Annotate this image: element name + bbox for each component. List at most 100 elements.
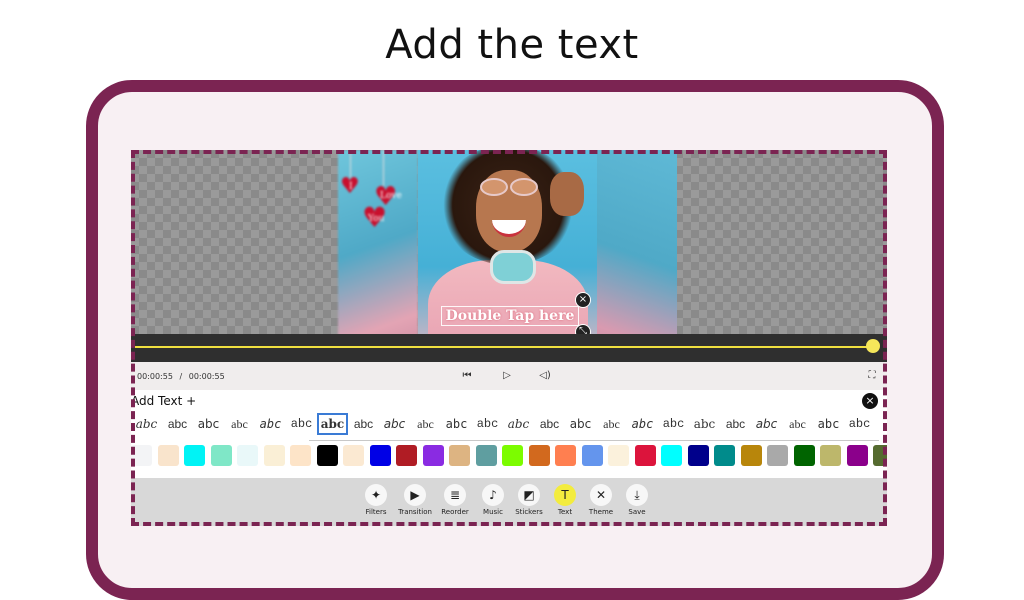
font-option[interactable]: abc (348, 417, 379, 431)
close-icon[interactable]: × (575, 292, 591, 308)
close-icon[interactable]: × (862, 393, 878, 409)
tool-reorder[interactable]: ≣ Reorder (437, 484, 473, 516)
color-swatch[interactable] (237, 444, 258, 466)
tool-save[interactable]: ⤓ Save (619, 484, 655, 516)
tool-transition[interactable]: ▶ Transition (397, 484, 433, 516)
font-option[interactable]: abc (193, 417, 224, 431)
timeline-progress (135, 346, 875, 348)
font-option[interactable]: abc (379, 417, 410, 431)
font-option[interactable]: abc (472, 417, 503, 431)
video-preview: ♥ I ♥ Love ♥ You Double Tap here × ⤡ (131, 150, 887, 362)
music-icon: ♪ (482, 484, 504, 506)
heart-word-i: I (349, 182, 353, 192)
font-option[interactable]: abc (162, 417, 193, 431)
font-option[interactable]: abc (224, 417, 255, 432)
font-option[interactable]: abc (441, 417, 472, 431)
tool-label: Reorder (441, 508, 469, 516)
color-swatch[interactable] (184, 444, 205, 466)
font-option[interactable]: abc (720, 417, 751, 431)
font-option[interactable]: abc (782, 417, 813, 432)
font-option[interactable]: abc (689, 417, 720, 431)
font-option[interactable]: abc (286, 417, 317, 431)
font-option[interactable]: abc (503, 417, 534, 431)
time-separator: / (179, 372, 183, 381)
color-swatch[interactable] (714, 444, 735, 466)
color-swatch[interactable] (793, 444, 815, 466)
color-swatch[interactable] (263, 444, 285, 466)
color-swatch[interactable] (316, 444, 338, 466)
color-swatch[interactable] (767, 444, 788, 466)
color-swatch[interactable] (687, 444, 709, 466)
color-swatch[interactable] (502, 444, 523, 466)
tool-label: Transition (398, 508, 432, 516)
current-time: 00:00:55 (137, 372, 173, 381)
color-swatch[interactable] (290, 444, 311, 466)
color-swatch[interactable] (449, 444, 470, 466)
color-swatch[interactable] (873, 444, 887, 466)
color-swatch[interactable] (528, 444, 550, 466)
color-swatch[interactable] (396, 444, 417, 466)
tool-stickers[interactable]: ◩ Stickers (511, 484, 547, 516)
divider (309, 440, 879, 441)
timeline-knob[interactable] (866, 339, 880, 353)
save-icon: ⤓ (626, 484, 648, 506)
tool-label: Filters (365, 508, 387, 516)
time-readout: 00:00:55 / 00:00:55 (137, 372, 225, 381)
font-option[interactable]: abc (317, 413, 348, 435)
color-swatch[interactable] (157, 444, 179, 466)
total-time: 00:00:55 (188, 372, 225, 381)
color-swatch[interactable] (740, 444, 762, 466)
video-editor-app: ♥ I ♥ Love ♥ You Double Tap here × ⤡ 00:… (131, 150, 887, 526)
tool-filters[interactable]: ✦ Filters (358, 484, 394, 516)
color-swatch[interactable] (475, 444, 497, 466)
color-swatch[interactable] (634, 444, 656, 466)
heart-word-love: Love (380, 191, 402, 201)
font-option[interactable]: abc (565, 417, 596, 431)
heart-string (383, 150, 384, 186)
color-swatch[interactable] (820, 444, 841, 466)
font-option[interactable]: abc (131, 417, 162, 431)
add-text-button[interactable]: Add Text + (131, 394, 196, 408)
stickers-icon: ◩ (518, 484, 540, 506)
color-list (131, 444, 887, 466)
page-heading: Add the text (385, 22, 639, 68)
tool-text[interactable]: T Text (547, 484, 583, 516)
tool-music[interactable]: ♪ Music (475, 484, 511, 516)
text-icon: T (554, 484, 576, 506)
photo-right-blur (597, 150, 677, 362)
color-swatch[interactable] (422, 444, 444, 466)
font-option[interactable]: abc (658, 417, 689, 431)
font-option[interactable]: abc (534, 417, 565, 431)
volume-icon[interactable]: ◁) (538, 369, 552, 383)
theme-icon: ✕ (590, 484, 612, 506)
text-panel: Add Text + × abc abc abc abc abc abc abc abc abc… (131, 390, 887, 478)
color-swatch[interactable] (210, 444, 232, 466)
font-option[interactable]: abc (813, 417, 844, 431)
color-swatch[interactable] (343, 444, 364, 466)
color-swatch[interactable] (555, 444, 576, 466)
skip-back-icon[interactable]: ⏮ (460, 369, 474, 383)
color-swatch[interactable] (608, 444, 629, 466)
font-option[interactable]: abc (410, 417, 441, 432)
color-swatch[interactable] (661, 444, 682, 466)
font-option[interactable]: abc (844, 417, 875, 431)
font-option[interactable]: abc (255, 417, 286, 431)
font-option[interactable]: abc (751, 417, 782, 431)
tool-label: Music (483, 508, 503, 516)
font-option[interactable]: abc (627, 417, 658, 431)
tool-theme[interactable]: ✕ Theme (583, 484, 619, 516)
color-swatch[interactable] (581, 444, 603, 466)
timeline-bar (131, 334, 887, 362)
color-swatch[interactable] (369, 444, 391, 466)
fullscreen-icon[interactable]: ⛶ (865, 369, 879, 383)
photo-left-blur: ♥ I ♥ Love ♥ You (338, 150, 418, 362)
play-icon[interactable]: ▷ (500, 369, 514, 383)
color-swatch[interactable] (846, 444, 868, 466)
font-list: abc abc abc abc abc abc abc abc abc abc abc abc abc a… (131, 412, 887, 436)
bottom-toolbar: ✦ Filters ▶ Transition ≣ Reorder ♪ Music ◩ Sticke… (131, 478, 887, 526)
color-swatch[interactable] (131, 444, 152, 466)
photo-hand (550, 172, 584, 216)
text-overlay[interactable]: Double Tap here (441, 306, 579, 326)
font-option[interactable]: abc (596, 417, 627, 432)
playback-controls: 00:00:55 / 00:00:55 ⏮ ▷ ◁) ⛶ (131, 362, 887, 390)
